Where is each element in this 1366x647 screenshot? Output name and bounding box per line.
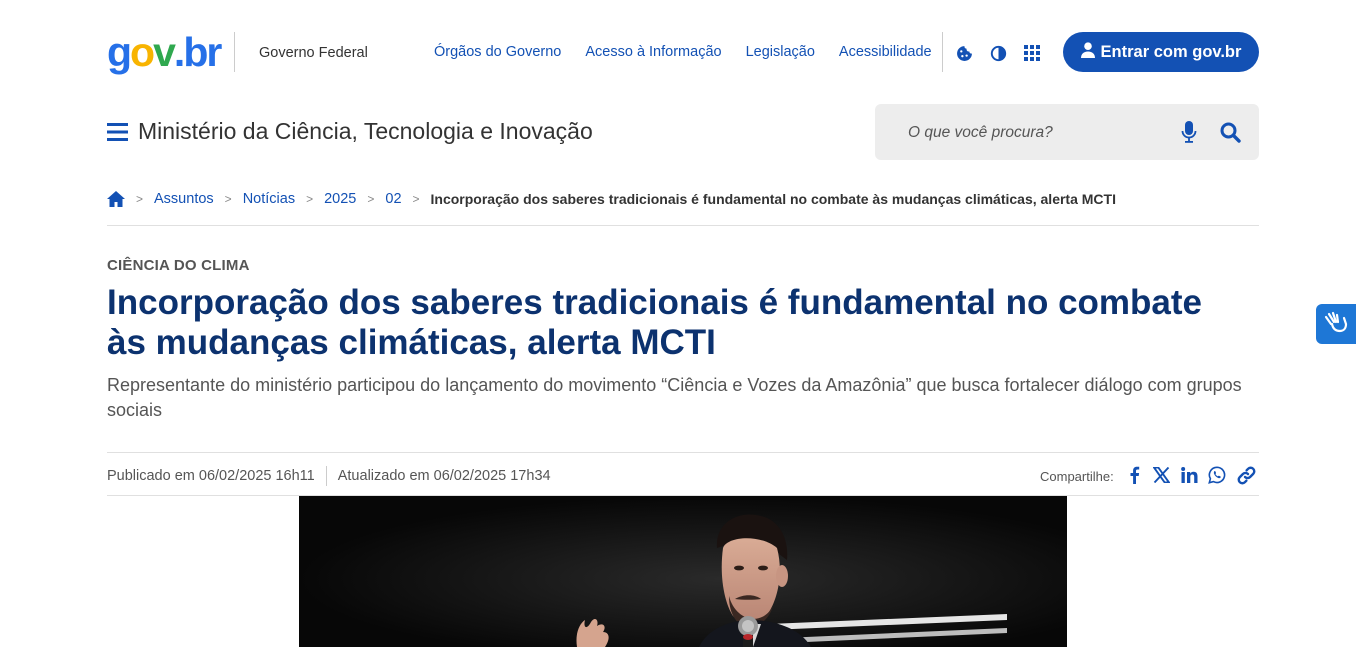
login-label: Entrar com gov.br — [1100, 42, 1242, 61]
breadcrumb-noticias[interactable]: Notícias — [243, 191, 295, 207]
breadcrumb: > Assuntos > Notícias > 2025 > 02 > Inco… — [107, 191, 1116, 207]
breadcrumb-02[interactable]: 02 — [385, 191, 401, 207]
breadcrumb-current: Incorporação dos saberes tradicionais é … — [430, 191, 1116, 207]
login-button[interactable]: Entrar com gov.br — [1063, 32, 1259, 72]
logo-letter-o: o — [130, 28, 155, 75]
updated-date: Atualizado em 06/02/2025 17h34 — [337, 468, 551, 484]
speaker-photo-illustration — [299, 496, 1067, 647]
article-photo — [299, 496, 1067, 647]
article-subtitle: Representante do ministério participou d… — [107, 375, 1242, 420]
org-name: Governo Federal — [259, 45, 368, 61]
divider — [107, 225, 1259, 226]
microphone-icon[interactable] — [1181, 121, 1197, 143]
article-kicker: CIÊNCIA DO CLIMA — [107, 257, 250, 274]
x-icon[interactable] — [1151, 465, 1171, 485]
search-icon[interactable] — [1220, 122, 1241, 143]
cookie-icon[interactable] — [955, 44, 973, 62]
logo-letter-v: v — [153, 28, 176, 75]
whatsapp-icon[interactable] — [1207, 465, 1227, 485]
article-title: Incorporação dos saberes tradicionais é … — [107, 283, 1203, 362]
link-acesso-informacao[interactable]: Acesso à Informação — [585, 44, 721, 60]
linkedin-icon[interactable] — [1179, 465, 1199, 485]
logo-dot: . — [173, 28, 185, 75]
breadcrumb-separator: > — [224, 192, 232, 206]
article-dates: Publicado em 06/02/2025 16h11 Atualizado… — [107, 466, 551, 486]
home-icon[interactable] — [107, 191, 125, 207]
logo-letter-b: b — [183, 28, 208, 75]
link-legislacao[interactable]: Legislação — [746, 44, 815, 60]
hamburger-menu-icon[interactable] — [107, 122, 128, 142]
top-links: Órgãos do Governo Acesso à Informação Le… — [434, 44, 956, 60]
breadcrumb-separator: > — [367, 192, 375, 206]
breadcrumb-2025[interactable]: 2025 — [324, 191, 356, 207]
meta-divider — [325, 466, 327, 486]
govbr-logo[interactable]: gov.br — [107, 28, 222, 76]
logo-letter-r: r — [206, 28, 222, 75]
header-divider-2 — [942, 32, 943, 72]
share-label: Compartilhe: — [1040, 469, 1114, 484]
search-box[interactable]: O que você procura? — [875, 104, 1259, 160]
apps-grid-icon[interactable] — [1023, 44, 1041, 62]
breadcrumb-separator: > — [412, 192, 420, 206]
search-input[interactable]: O que você procura? — [908, 124, 1053, 142]
breadcrumb-assuntos[interactable]: Assuntos — [154, 191, 214, 207]
link-acessibilidade[interactable]: Acessibilidade — [839, 44, 932, 60]
link-orgaos-governo[interactable]: Órgãos do Governo — [434, 44, 561, 60]
divider — [107, 452, 1259, 453]
logo-letter-g: g — [107, 28, 132, 75]
site-title[interactable]: Ministério da Ciência, Tecnologia e Inov… — [138, 118, 593, 145]
facebook-icon[interactable] — [1124, 465, 1144, 485]
header-divider — [234, 32, 235, 72]
breadcrumb-separator: > — [136, 192, 144, 206]
user-icon — [1080, 41, 1095, 63]
link-icon[interactable] — [1236, 465, 1256, 485]
published-date: Publicado em 06/02/2025 16h11 — [107, 468, 315, 484]
sign-language-hands-icon — [1323, 311, 1349, 338]
breadcrumb-separator: > — [306, 192, 314, 206]
contrast-icon[interactable] — [989, 44, 1007, 62]
vlibras-accessibility-button[interactable] — [1316, 304, 1356, 344]
